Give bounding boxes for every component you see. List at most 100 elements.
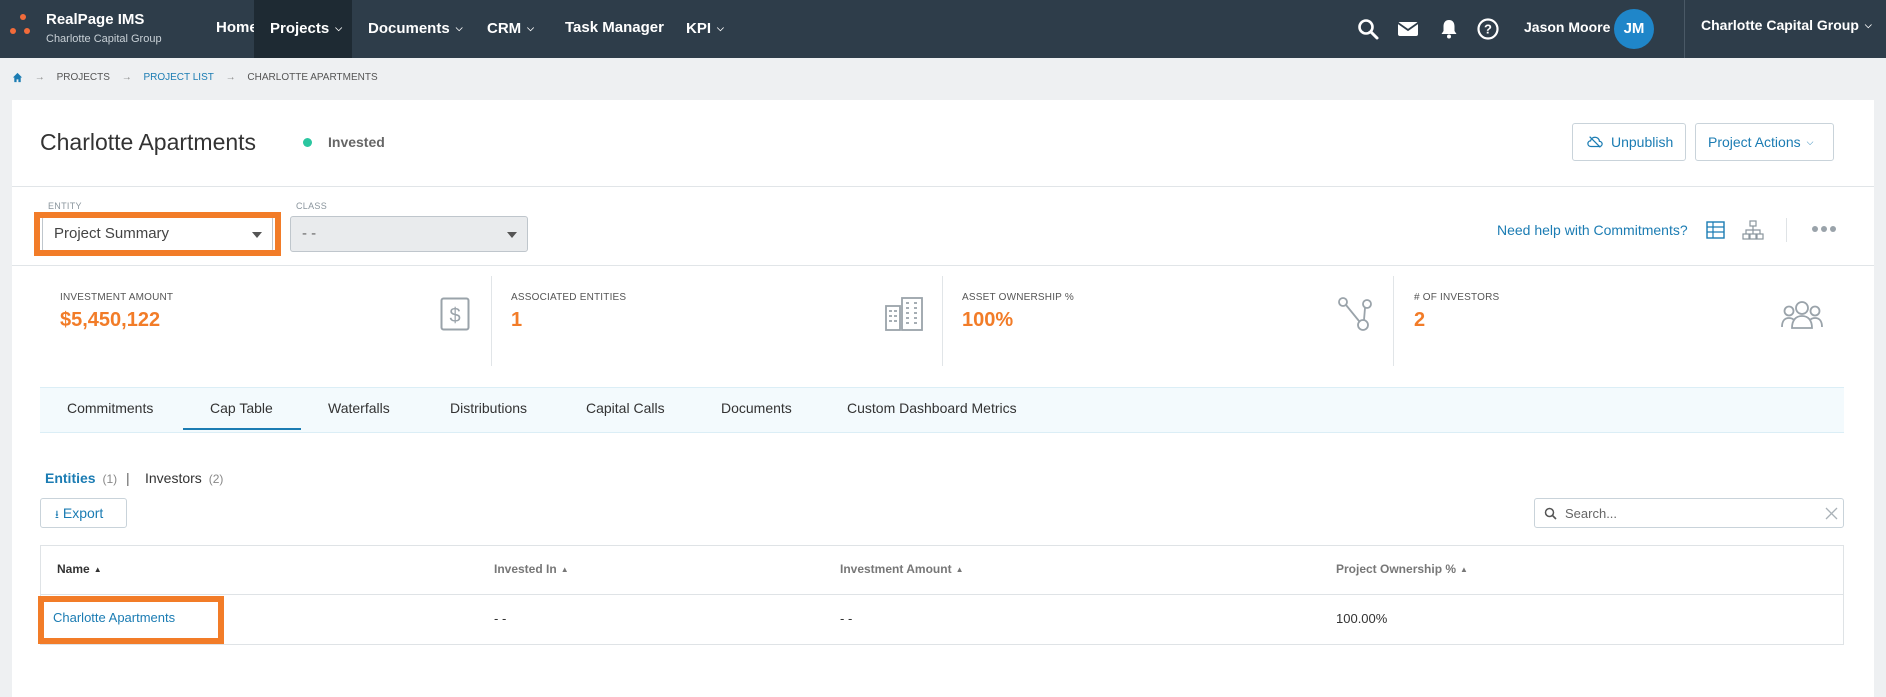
nav-crm[interactable]: CRM ⌵	[471, 0, 550, 58]
stat-divider	[942, 276, 943, 366]
stat-value-investors: 2	[1414, 309, 1426, 331]
breadcrumb-projects[interactable]: PROJECTS	[57, 72, 110, 83]
unpublish-label: Unpublish	[1611, 134, 1674, 150]
breadcrumb-current: CHARLOTTE APARTMENTS	[247, 72, 378, 83]
avatar[interactable]: JM	[1614, 9, 1654, 49]
table-view-icon[interactable]	[1706, 221, 1725, 239]
tab-documents[interactable]: Documents	[721, 400, 792, 416]
column-header-invested-in-label: Invested In	[494, 562, 557, 576]
cloud-off-icon	[1587, 136, 1603, 148]
tab-custom-dashboard-metrics[interactable]: Custom Dashboard Metrics	[847, 400, 1017, 416]
clear-search-icon[interactable]	[1825, 507, 1838, 520]
subtab-entities[interactable]: Entities (1)	[45, 470, 117, 486]
more-options-icon[interactable]	[1811, 225, 1837, 233]
hierarchy-view-icon[interactable]	[1742, 220, 1764, 240]
chevron-down-icon: ⌵	[1864, 20, 1872, 30]
tab-cap-table[interactable]: Cap Table	[210, 400, 273, 416]
column-header-invested-in[interactable]: Invested In ▲	[494, 562, 569, 576]
class-select[interactable]: - -	[290, 216, 528, 252]
subtab-investors-count: (2)	[208, 472, 224, 486]
search-icon	[1544, 507, 1557, 520]
project-actions-button[interactable]: Project Actions ⌵	[1695, 123, 1834, 161]
breadcrumb-project-list[interactable]: PROJECT LIST	[143, 72, 213, 83]
column-header-investment-amount[interactable]: Investment Amount ▲	[840, 562, 963, 576]
search-field[interactable]	[1534, 498, 1844, 528]
sort-asc-icon: ▲	[955, 565, 964, 574]
subtab-entities-count: (1)	[102, 472, 118, 486]
nav-projects[interactable]: Projects ⌵	[254, 0, 352, 58]
chevron-down-icon: ⌵	[455, 23, 463, 33]
svg-text:$: $	[449, 305, 460, 327]
table-cell-invested-in: - -	[494, 611, 507, 626]
export-button[interactable]: ⭳ Export	[40, 498, 127, 528]
column-header-name-label: Name	[57, 562, 90, 576]
chevron-down-icon: ⌵	[527, 23, 534, 33]
org-switcher-label: Charlotte Capital Group	[1701, 17, 1859, 33]
divider	[12, 265, 1874, 266]
stat-value-investment-amount: $5,450,122	[60, 309, 161, 331]
mail-icon[interactable]	[1396, 17, 1420, 41]
column-header-investment-amount-label: Investment Amount	[840, 562, 952, 576]
highlight-entity	[34, 212, 281, 256]
breadcrumb-arrow-icon: →	[225, 72, 236, 83]
home-icon[interactable]	[12, 72, 23, 83]
stat-divider	[491, 276, 492, 366]
nav-documents[interactable]: Documents ⌵	[352, 0, 479, 58]
stat-label-asset-ownership: ASSET OWNERSHIP %	[962, 292, 1074, 303]
tab-commitments[interactable]: Commitments	[67, 400, 153, 416]
export-label: Export	[62, 505, 104, 521]
nav-kpi[interactable]: KPI ⌵	[670, 0, 740, 58]
nav-task-manager-label: Task Manager	[565, 19, 664, 36]
bell-icon[interactable]	[1437, 17, 1461, 41]
search-input[interactable]	[1565, 504, 1815, 522]
column-header-project-ownership-label: Project Ownership %	[1336, 562, 1457, 576]
subtab-investors[interactable]: Investors (2)	[145, 470, 223, 486]
status-badge: Invested	[328, 134, 385, 150]
app-org-subtitle: Charlotte Capital Group	[46, 33, 162, 45]
table-cell-ownership: 100.00%	[1336, 611, 1388, 626]
tab-capital-calls[interactable]: Capital Calls	[586, 400, 665, 416]
project-actions-label: Project Actions	[1708, 134, 1801, 150]
active-tab-indicator	[183, 428, 301, 430]
ownership-nodes-icon	[1338, 297, 1372, 331]
tab-distributions[interactable]: Distributions	[450, 400, 527, 416]
download-icon: ⭳	[55, 509, 59, 521]
tab-waterfalls[interactable]: Waterfalls	[328, 400, 390, 416]
app-name[interactable]: RealPage IMS	[46, 11, 144, 28]
column-header-name[interactable]: Name ▲	[57, 562, 102, 576]
help-icon[interactable]: ?	[1476, 17, 1500, 41]
dollar-document-icon: $	[440, 297, 470, 331]
buildings-icon	[885, 297, 923, 331]
search-icon[interactable]	[1356, 17, 1380, 41]
nav-task-manager[interactable]: Task Manager	[549, 0, 680, 58]
nav-documents-label: Documents	[368, 20, 450, 37]
entity-label: ENTITY	[48, 201, 82, 211]
nav-home-label: Home	[216, 19, 258, 36]
stat-label-associated-entities: ASSOCIATED ENTITIES	[511, 292, 627, 303]
breadcrumb: → PROJECTS → PROJECT LIST → CHARLOTTE AP…	[12, 72, 378, 86]
table-cell-investment-amount: - -	[840, 611, 853, 626]
svg-text:?: ?	[1484, 22, 1492, 37]
column-header-project-ownership[interactable]: Project Ownership % ▲	[1336, 562, 1468, 576]
cap-table	[40, 545, 1844, 645]
subtab-entities-label: Entities	[45, 470, 96, 486]
commitments-help-link[interactable]: Need help with Commitments?	[1497, 222, 1688, 238]
sort-asc-icon: ▲	[1460, 565, 1468, 574]
breadcrumb-arrow-icon: →	[34, 72, 45, 83]
chevron-down-icon: ⌵	[335, 23, 343, 33]
nav-divider	[1684, 0, 1685, 58]
realpage-logo-icon[interactable]	[10, 14, 38, 42]
chevron-down-icon: ⌵	[1806, 137, 1814, 147]
divider	[12, 186, 1874, 187]
user-name[interactable]: Jason Moore	[1524, 19, 1610, 35]
nav-projects-label: Projects	[270, 20, 330, 37]
stat-value-asset-ownership: 100%	[962, 309, 1014, 331]
stat-label-investors: # OF INVESTORS	[1414, 292, 1500, 303]
toolbar-divider	[1786, 218, 1787, 242]
nav-crm-label: CRM	[487, 20, 522, 37]
class-select-value: - -	[302, 225, 317, 242]
highlight-row-name	[38, 596, 224, 644]
page-title: Charlotte Apartments	[40, 129, 257, 155]
org-switcher[interactable]: Charlotte Capital Group ⌵	[1701, 17, 1872, 33]
table-row-divider	[40, 594, 1844, 595]
